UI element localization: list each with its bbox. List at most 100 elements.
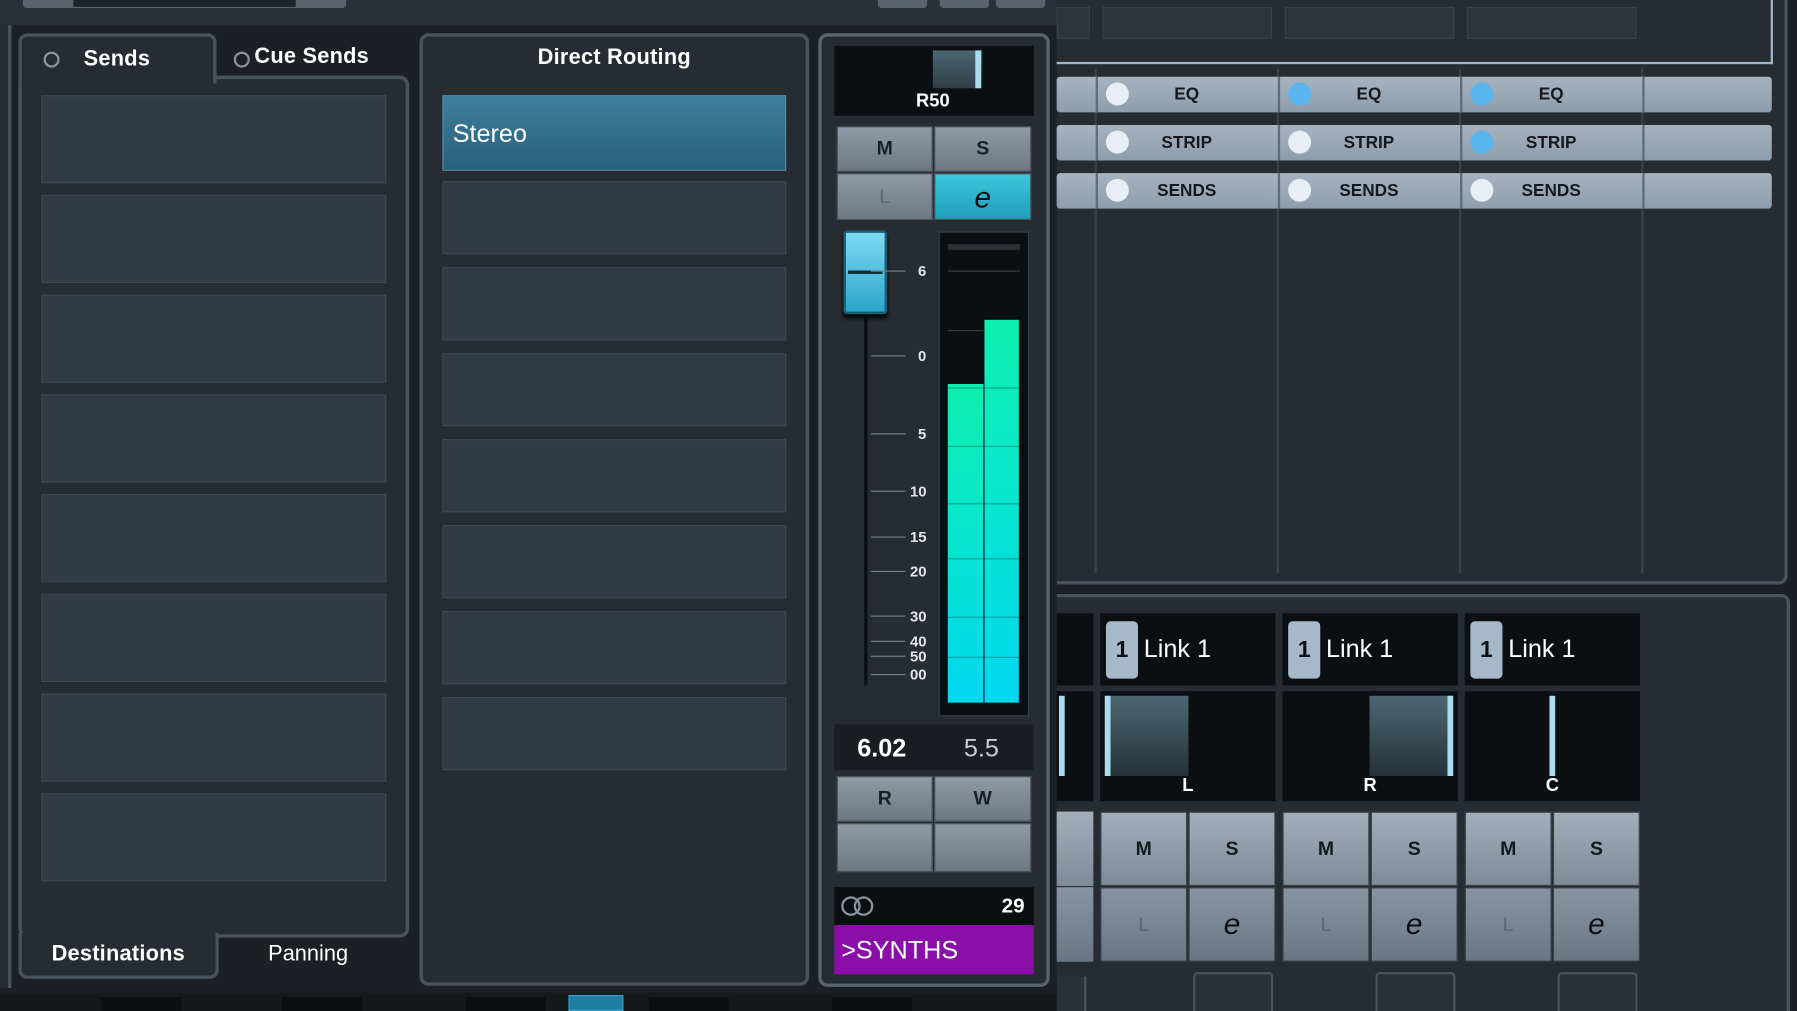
edit-button[interactable]: e xyxy=(1188,887,1276,962)
stereo-link-icon xyxy=(853,896,874,916)
link-box[interactable]: 1 Link 1 xyxy=(1282,613,1458,686)
routing-slot-label: Stereo xyxy=(452,119,527,148)
slot-stub[interactable] xyxy=(1193,972,1274,1011)
tab-destinations-label: Destinations xyxy=(51,942,185,967)
channel-info: 29 xyxy=(834,887,1034,926)
read-button[interactable]: R xyxy=(836,776,933,822)
rack-label[interactable]: EQ xyxy=(1098,85,1276,104)
listen-label: L xyxy=(1138,912,1150,935)
mute-button[interactable]: M xyxy=(836,126,933,172)
empty-button-right[interactable] xyxy=(934,823,1032,873)
pan-indicator[interactable] xyxy=(1447,695,1454,777)
channel-name[interactable]: >SYNTHS xyxy=(834,925,1034,975)
routing-slot[interactable] xyxy=(442,439,787,513)
solo-button[interactable]: S xyxy=(934,126,1032,172)
link-box[interactable]: 1 Link 1 xyxy=(1100,613,1276,686)
mute-button[interactable]: M xyxy=(1100,811,1188,887)
write-label: W xyxy=(973,787,992,810)
empty-button-left[interactable] xyxy=(836,823,933,873)
pan-indicator[interactable] xyxy=(1549,695,1556,777)
mute-button[interactable]: M xyxy=(1282,811,1370,887)
listen-label: L xyxy=(1320,912,1332,935)
pan-display[interactable]: R50 xyxy=(834,45,1034,116)
pan-value: R50 xyxy=(916,91,950,112)
volume-value[interactable]: 6.02 xyxy=(857,734,906,764)
routing-slot[interactable] xyxy=(442,524,787,599)
rack-label[interactable]: EQ xyxy=(1280,85,1458,104)
tab-cue-sends-label: Cue Sends xyxy=(254,44,370,69)
tab-panning[interactable]: Panning xyxy=(220,933,406,979)
tab-sends-label: Sends xyxy=(83,46,151,72)
link-label: Link 1 xyxy=(1143,633,1212,663)
pan-box[interactable]: R xyxy=(1282,691,1458,802)
insert-slot[interactable] xyxy=(1056,6,1090,39)
send-slot[interactable] xyxy=(41,95,387,184)
toolbar-button-3[interactable] xyxy=(995,0,1046,9)
pan-label: R xyxy=(1363,776,1377,796)
link-box[interactable]: 1 Link 1 xyxy=(1464,613,1640,686)
routing-slot-selected[interactable]: Stereo xyxy=(442,95,787,171)
routing-slot[interactable] xyxy=(442,181,787,255)
listen-button[interactable]: L xyxy=(836,173,933,221)
mute-button[interactable]: M xyxy=(1464,811,1552,887)
pan-indicator[interactable] xyxy=(975,50,982,89)
rack-label[interactable]: STRIP xyxy=(1462,133,1640,152)
send-slot[interactable] xyxy=(41,194,387,284)
scale-label: 20 xyxy=(909,562,927,581)
send-slot[interactable] xyxy=(41,693,387,782)
pan-box[interactable]: L xyxy=(1100,691,1276,802)
solo-button[interactable]: S xyxy=(1188,811,1276,887)
link-number: 1 xyxy=(1105,621,1139,679)
button-partial[interactable] xyxy=(1056,887,1094,962)
listen-button[interactable]: L xyxy=(1282,887,1370,962)
routing-slot[interactable] xyxy=(442,267,787,341)
send-slot[interactable] xyxy=(41,294,387,383)
scale-label: 30 xyxy=(909,607,927,625)
solo-button[interactable]: S xyxy=(1552,811,1640,887)
slot-stub[interactable] xyxy=(1557,972,1638,1011)
write-button[interactable]: W xyxy=(934,776,1032,822)
mixer-window: Sends Cue Sends Destinations Panning Dir… xyxy=(0,0,1797,1011)
link-number: 1 xyxy=(1288,621,1321,679)
toolbar-button-1[interactable] xyxy=(877,0,928,9)
meter-peak-value[interactable]: 5.5 xyxy=(964,734,999,764)
routing-slot[interactable] xyxy=(442,696,787,771)
slot-stub[interactable] xyxy=(1375,972,1456,1011)
rack-label[interactable]: SENDS xyxy=(1098,181,1276,200)
insert-slot[interactable] xyxy=(1284,6,1455,39)
solo-button[interactable]: S xyxy=(1370,811,1458,887)
meter-grid-line xyxy=(947,330,984,332)
send-slot[interactable] xyxy=(41,793,387,882)
insert-slot[interactable] xyxy=(1466,6,1637,39)
listen-label: L xyxy=(1502,912,1514,935)
routing-slot[interactable] xyxy=(442,353,787,427)
edit-button[interactable]: e xyxy=(1370,887,1458,962)
rack-label[interactable]: STRIP xyxy=(1280,133,1458,152)
rack-label[interactable]: STRIP xyxy=(1098,133,1276,152)
bottom-active-tab[interactable] xyxy=(568,994,624,1011)
insert-slot[interactable] xyxy=(1102,6,1273,39)
link-number: 1 xyxy=(1470,621,1503,679)
tab-destinations[interactable]: Destinations xyxy=(18,933,219,979)
send-slot[interactable] xyxy=(41,593,387,683)
edit-button[interactable]: e xyxy=(934,173,1032,221)
tab-cue-sends[interactable]: Cue Sends xyxy=(218,33,408,79)
pan-box[interactable]: C xyxy=(1464,691,1640,802)
send-slot[interactable] xyxy=(41,494,387,583)
listen-button[interactable]: L xyxy=(1100,887,1188,962)
listen-button[interactable]: L xyxy=(1464,887,1552,962)
send-slot[interactable] xyxy=(41,394,387,483)
link-label: Link 1 xyxy=(1508,633,1576,663)
button-partial[interactable] xyxy=(1056,811,1094,887)
tab-sends[interactable]: Sends xyxy=(18,33,217,84)
scale-label: 00 xyxy=(909,665,927,684)
scale-label: 5 xyxy=(917,425,927,443)
rack-label[interactable]: SENDS xyxy=(1462,181,1640,200)
pan-indicator[interactable] xyxy=(1104,695,1111,777)
rack-label[interactable]: EQ xyxy=(1462,85,1640,104)
edit-button[interactable]: e xyxy=(1552,887,1640,962)
toolbar-button-2[interactable] xyxy=(939,0,990,9)
pan-fill xyxy=(1369,695,1454,777)
routing-slot[interactable] xyxy=(442,610,787,685)
rack-label[interactable]: SENDS xyxy=(1280,181,1458,200)
